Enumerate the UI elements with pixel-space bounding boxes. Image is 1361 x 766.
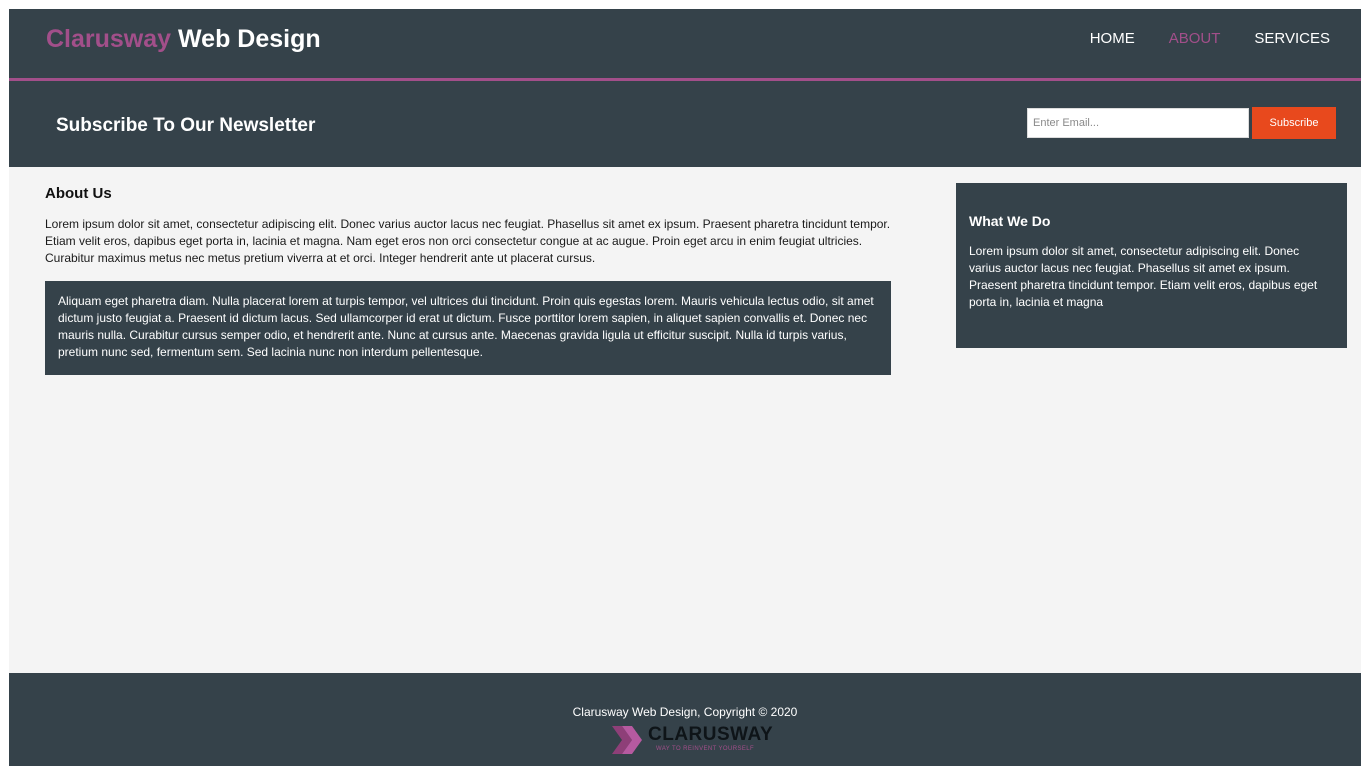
- brand-rest: Web Design: [178, 25, 321, 53]
- logo-tagline: WAY TO REINVENT YOURSELF: [656, 746, 755, 752]
- email-input[interactable]: [1027, 108, 1249, 138]
- newsletter-title: Subscribe To Our Newsletter: [56, 115, 316, 136]
- site-footer: Clarusway Web Design, Copyright © 2020 C…: [9, 673, 1361, 766]
- logo-wordmark: CLARUSWAY: [648, 724, 774, 745]
- nav-about[interactable]: ABOUT: [1169, 30, 1221, 47]
- nav-services[interactable]: SERVICES: [1254, 30, 1330, 47]
- about-section: About Us Lorem ipsum dolor sit amet, con…: [45, 185, 891, 375]
- sidebar-heading: What We Do: [969, 213, 1051, 229]
- subscribe-button[interactable]: Subscribe: [1252, 107, 1336, 139]
- nav-home[interactable]: HOME: [1090, 30, 1135, 47]
- main-nav: HOME ABOUT SERVICES: [1056, 30, 1330, 47]
- chevron-arrows-icon: [612, 726, 642, 754]
- newsletter-section: Subscribe To Our Newsletter Subscribe: [9, 81, 1361, 167]
- about-heading: About Us: [45, 185, 112, 202]
- about-paragraph: Lorem ipsum dolor sit amet, consectetur …: [45, 217, 891, 265]
- copyright-text: Clarusway Web Design, Copyright © 2020: [572, 705, 798, 719]
- site-header: Clarusway Web Design HOME ABOUT SERVICES: [9, 9, 1361, 81]
- page: Clarusway Web Design HOME ABOUT SERVICES…: [9, 9, 1361, 766]
- brand-highlight: Clarusway: [46, 25, 172, 53]
- brand-logo[interactable]: Clarusway Web Design: [46, 25, 321, 54]
- sidebar-paragraph: Lorem ipsum dolor sit amet, consectetur …: [969, 244, 1318, 309]
- about-highlight-paragraph: Aliquam eget pharetra diam. Nulla placer…: [58, 294, 874, 359]
- about-highlight-box: Aliquam eget pharetra diam. Nulla placer…: [45, 281, 891, 375]
- what-we-do-sidebar: What We Do Lorem ipsum dolor sit amet, c…: [956, 183, 1347, 348]
- clarusway-logo: CLARUSWAY WAY TO REINVENT YOURSELF: [610, 722, 785, 758]
